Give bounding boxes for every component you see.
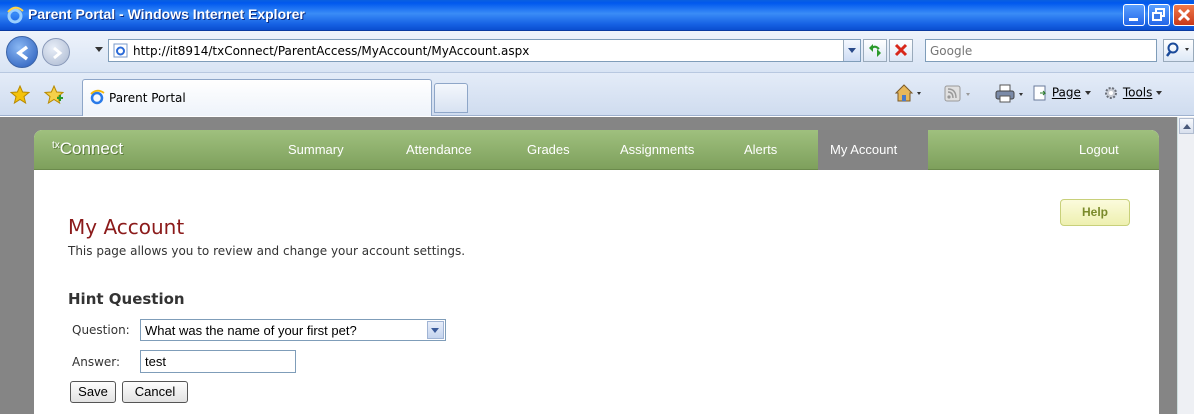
chevron-down-icon[interactable] xyxy=(427,321,444,339)
tools-menu[interactable]: Tools xyxy=(1103,85,1163,101)
search-box[interactable] xyxy=(925,39,1157,62)
minimize-icon xyxy=(1129,18,1138,21)
page-title: My Account xyxy=(68,215,185,239)
address-url: http://it8914/txConnect/ParentAccess/MyA… xyxy=(133,44,530,58)
nav-grades[interactable]: Grades xyxy=(527,130,570,170)
hint-question-heading: Hint Question xyxy=(68,290,185,308)
stop-button[interactable] xyxy=(889,39,913,62)
restore-icon xyxy=(1152,8,1165,21)
maximize-button[interactable] xyxy=(1148,4,1170,26)
cancel-button[interactable]: Cancel xyxy=(122,381,188,403)
answer-field-box xyxy=(140,350,296,373)
address-bar[interactable]: http://it8914/txConnect/ParentAccess/MyA… xyxy=(108,39,861,62)
vertical-scrollbar[interactable] xyxy=(1177,117,1194,414)
tools-menu-label: Tools xyxy=(1122,85,1153,100)
close-button[interactable] xyxy=(1173,4,1194,26)
portal-page: txConnect Summary Attendance Grades Assi… xyxy=(34,130,1159,414)
nav-alerts[interactable]: Alerts xyxy=(744,130,777,170)
refresh-button[interactable] xyxy=(863,39,887,62)
back-arrow-icon xyxy=(16,45,29,61)
save-button[interactable]: Save xyxy=(70,381,116,403)
tab-ie-icon xyxy=(90,89,105,105)
portal-navbar: txConnect Summary Attendance Grades Assi… xyxy=(34,130,1159,170)
tab-label: Parent Portal xyxy=(109,91,186,105)
question-select[interactable]: What was the name of your first pet? xyxy=(140,319,446,341)
ie-logo-icon xyxy=(7,6,24,24)
back-button[interactable] xyxy=(6,36,38,68)
minimize-button[interactable] xyxy=(1123,4,1145,26)
page-description: This page allows you to review and chang… xyxy=(68,244,466,258)
logo-name: Connect xyxy=(59,139,124,158)
stop-icon xyxy=(894,43,908,57)
nav-attendance[interactable]: Attendance xyxy=(406,130,472,170)
search-icon xyxy=(1166,42,1189,57)
refresh-icon xyxy=(869,44,881,57)
print-icon[interactable] xyxy=(994,83,1026,105)
close-icon xyxy=(1177,8,1191,22)
tab-parent-portal[interactable]: Parent Portal xyxy=(82,79,432,116)
question-select-value: What was the name of your first pet? xyxy=(145,323,357,338)
favorites-star-icon[interactable] xyxy=(10,85,30,105)
add-favorites-icon[interactable] xyxy=(44,85,64,105)
address-toolbar: http://it8914/txConnect/ParentAccess/MyA… xyxy=(0,31,1194,73)
page-menu[interactable]: Page xyxy=(1032,85,1091,101)
search-button[interactable] xyxy=(1163,39,1194,62)
forward-button[interactable] xyxy=(42,38,70,66)
nav-assignments[interactable]: Assignments xyxy=(620,130,694,170)
page-menu-label: Page xyxy=(1051,85,1081,100)
portal-logo: txConnect xyxy=(52,139,123,159)
forward-arrow-icon xyxy=(53,46,63,60)
page-icon xyxy=(1033,85,1047,101)
window-titlebar: Parent Portal - Windows Internet Explore… xyxy=(0,0,1194,31)
nav-logout[interactable]: Logout xyxy=(1079,130,1119,170)
gear-icon xyxy=(1105,87,1117,99)
browser-viewport: txConnect Summary Attendance Grades Assi… xyxy=(0,117,1194,414)
help-button[interactable]: Help xyxy=(1060,199,1130,226)
home-icon[interactable] xyxy=(893,82,923,104)
window-title: Parent Portal - Windows Internet Explore… xyxy=(28,6,305,22)
feeds-icon[interactable] xyxy=(944,84,974,104)
history-dropdown-button[interactable] xyxy=(95,47,103,52)
page-ie-icon xyxy=(113,43,128,58)
scroll-up-button[interactable] xyxy=(1179,118,1194,134)
answer-field[interactable] xyxy=(145,352,293,371)
new-tab-button[interactable] xyxy=(434,83,468,113)
nav-my-account[interactable]: My Account xyxy=(818,130,928,170)
answer-label: Answer: xyxy=(72,355,121,369)
search-input[interactable] xyxy=(930,41,1130,60)
nav-summary[interactable]: Summary xyxy=(288,130,344,170)
tab-toolbar: Parent Portal Page Tools xyxy=(0,73,1194,116)
question-label: Question: xyxy=(72,323,130,337)
address-dropdown-button[interactable] xyxy=(843,40,860,61)
logo-prefix: tx xyxy=(52,140,60,151)
